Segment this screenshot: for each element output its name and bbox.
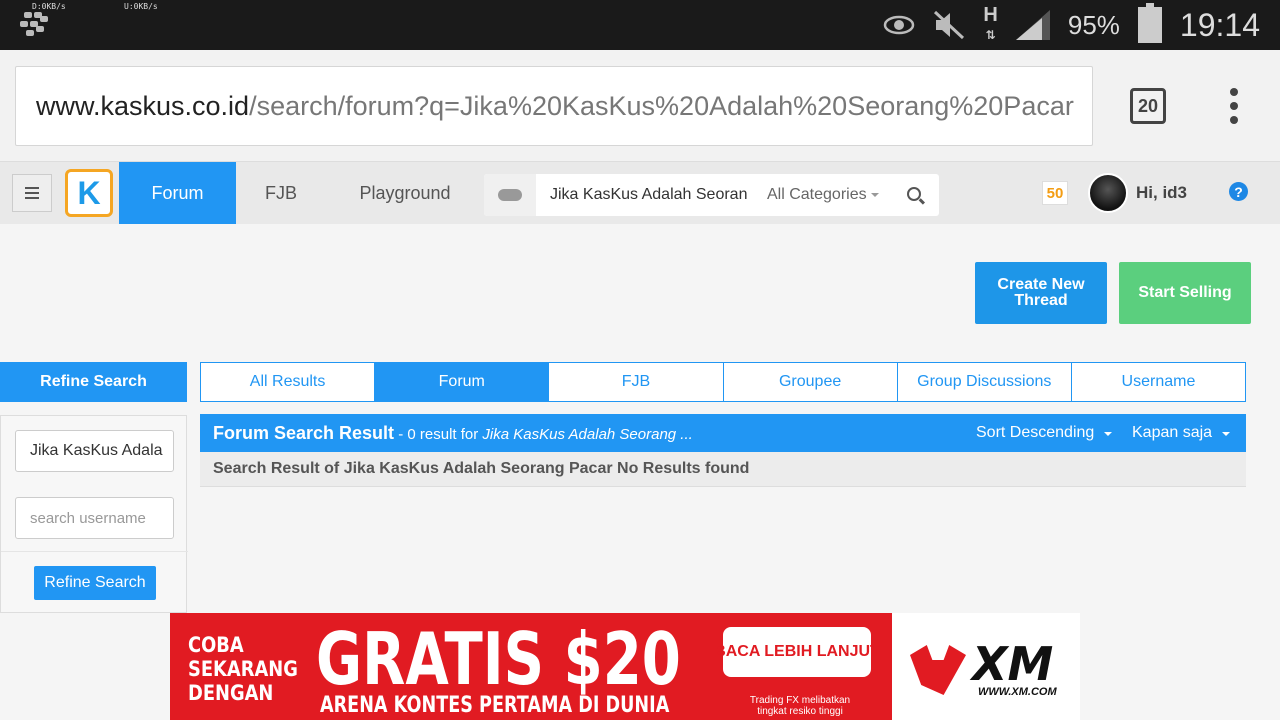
start-selling-button[interactable]: Start Selling: [1119, 262, 1251, 324]
divider: [1, 551, 188, 552]
user-greeting[interactable]: Hi, id3: [1136, 183, 1187, 203]
net-down-speed: D:0KB/s: [32, 2, 66, 11]
net-up-speed: U:0KB/s: [124, 2, 158, 11]
ad-subline: ARENA KONTES PERTAMA DI DUNIA: [320, 693, 670, 718]
battery-icon: [1137, 3, 1162, 43]
results-header: Forum Search Result - 0 result for Jika …: [200, 414, 1246, 452]
create-new-thread-button[interactable]: Create New Thread: [975, 262, 1107, 324]
tab-groupee[interactable]: Groupee: [724, 363, 898, 401]
url-domain: www.kaskus.co.id: [36, 90, 250, 121]
refine-search-panel: Jika KasKus Adala search username Refine…: [0, 415, 188, 613]
chevron-down-icon: [871, 193, 879, 197]
url-path: /search/forum?q=Jika%20KasKus%20Adalah%2…: [249, 90, 1074, 121]
ad-headline: GRATIS $20: [316, 617, 681, 701]
help-icon[interactable]: ?: [1229, 182, 1248, 201]
signal-icon: [1015, 10, 1050, 40]
xm-url: WWW.XM.COM: [978, 686, 1057, 698]
blackberry-icon: [20, 12, 54, 38]
xm-logo: XM: [972, 637, 1054, 691]
browser-menu-icon[interactable]: [1226, 88, 1242, 124]
no-results-message: Search Result of Jika KasKus Adalah Seor…: [200, 452, 1246, 487]
chevron-down-icon: [1104, 432, 1112, 436]
ad-cta-button[interactable]: BACA LEBIH LANJUT: [714, 627, 880, 677]
chevron-down-icon: [1222, 432, 1230, 436]
xm-brand-panel: XM WWW.XM.COM: [892, 613, 1080, 720]
status-bar: D:0KB/s U:0KB/s H ⇅ 95% 19:14: [0, 0, 1280, 50]
tab-fjb[interactable]: FJB: [549, 363, 724, 401]
header-search: Jika KasKus Adalah Seoran All Categories: [484, 174, 939, 216]
results-title: Forum Search Result - 0 result for Jika …: [213, 423, 693, 443]
bull-logo-icon: [910, 645, 966, 695]
chat-icon[interactable]: [484, 174, 536, 216]
category-select[interactable]: All Categories: [767, 174, 867, 216]
ad-coba-text: COBA SEKARANG DENGAN: [188, 633, 298, 705]
tab-group-discussions[interactable]: Group Discussions: [898, 363, 1072, 401]
browser-toolbar: www.kaskus.co.id/search/forum?q=Jika%20K…: [0, 50, 1280, 162]
sort-select[interactable]: Sort Descending: [976, 414, 1094, 452]
avatar[interactable]: [1088, 173, 1128, 213]
username-search-input[interactable]: search username: [15, 497, 174, 539]
refine-query-input[interactable]: Jika KasKus Adala: [15, 430, 174, 472]
result-tabs: All Results Forum FJB Groupee Group Disc…: [200, 362, 1246, 402]
refine-search-button[interactable]: Refine Search: [34, 566, 156, 600]
tab-switcher-button[interactable]: 20: [1130, 88, 1166, 124]
address-bar[interactable]: www.kaskus.co.id/search/forum?q=Jika%20K…: [15, 66, 1093, 146]
kaskus-logo[interactable]: K: [65, 169, 113, 217]
search-icon[interactable]: [907, 187, 921, 201]
ad-risk-disclaimer: Trading FX melibatkan tingkat resiko tin…: [749, 695, 851, 717]
ad-banner[interactable]: COBA SEKARANG DENGAN GRATIS $20 ARENA KONT…: [170, 613, 1080, 720]
nav-tab-fjb[interactable]: FJB: [236, 162, 326, 224]
nav-tab-forum[interactable]: Forum: [119, 162, 236, 224]
notification-badge[interactable]: 50: [1042, 181, 1068, 205]
eye-icon: [884, 15, 915, 35]
tab-forum[interactable]: Forum: [375, 363, 550, 401]
tab-all-results[interactable]: All Results: [201, 363, 376, 401]
clock: 19:14: [1179, 6, 1260, 43]
hamburger-menu-button[interactable]: [12, 174, 52, 212]
header-search-input[interactable]: Jika KasKus Adalah Seoran: [550, 174, 747, 216]
nav-tab-playground[interactable]: Playground: [340, 162, 470, 224]
refine-search-heading: Refine Search: [0, 362, 187, 402]
battery-percent: 95%: [1067, 9, 1120, 40]
tab-username[interactable]: Username: [1072, 363, 1245, 401]
network-type: H ⇅: [983, 4, 998, 42]
time-filter-select[interactable]: Kapan saja: [1132, 414, 1212, 452]
mute-icon: [934, 10, 965, 40]
